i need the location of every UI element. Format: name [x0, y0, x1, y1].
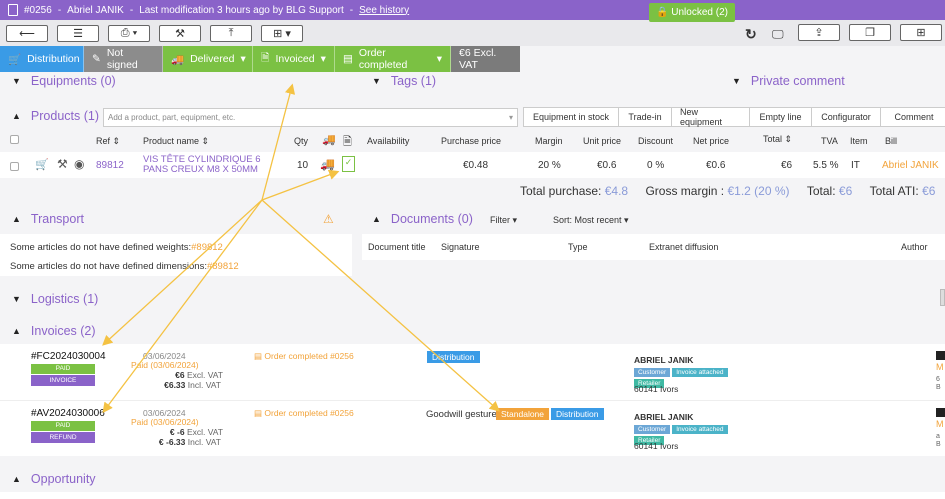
- arrow-to-row-icon: [261, 169, 340, 201]
- arrow-to-invoiced: [261, 83, 296, 201]
- annotation-arrows: [102, 83, 500, 414]
- arrow-to-refund: [102, 199, 263, 414]
- arrow-to-invoice: [102, 199, 263, 346]
- arrow-to-standalone: [261, 199, 500, 412]
